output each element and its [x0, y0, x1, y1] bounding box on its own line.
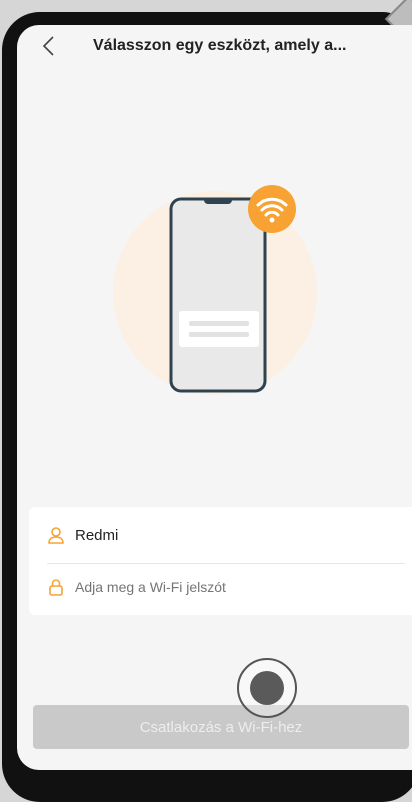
form-divider — [47, 563, 405, 564]
notification-card — [179, 311, 259, 347]
ssid-value: Redmi — [75, 526, 119, 544]
wifi-icon — [248, 185, 296, 233]
lock-icon — [49, 579, 63, 596]
phone-illustration — [113, 185, 317, 395]
connect-wifi-button[interactable]: Csatlakozás a Wi-Fi-hez — [33, 705, 409, 749]
header-bar: Válasszon egy eszközt, amely a... — [17, 25, 412, 69]
touch-indicator — [237, 658, 297, 718]
chevron-left-icon[interactable] — [39, 35, 61, 57]
password-input[interactable] — [75, 579, 335, 595]
phone-outline-shape — [169, 197, 267, 393]
user-icon — [48, 527, 64, 544]
password-row[interactable] — [47, 571, 335, 603]
notification-line-1 — [189, 321, 249, 326]
app-screen: Válasszon egy eszközt, amely a... Redmi — [17, 25, 412, 770]
page-title: Válasszon egy eszközt, amely a... — [93, 37, 347, 54]
notification-line-2 — [189, 332, 249, 337]
ssid-row[interactable]: Redmi — [47, 519, 118, 551]
wifi-form-card: Redmi — [29, 507, 412, 615]
phone-notch — [204, 200, 232, 204]
